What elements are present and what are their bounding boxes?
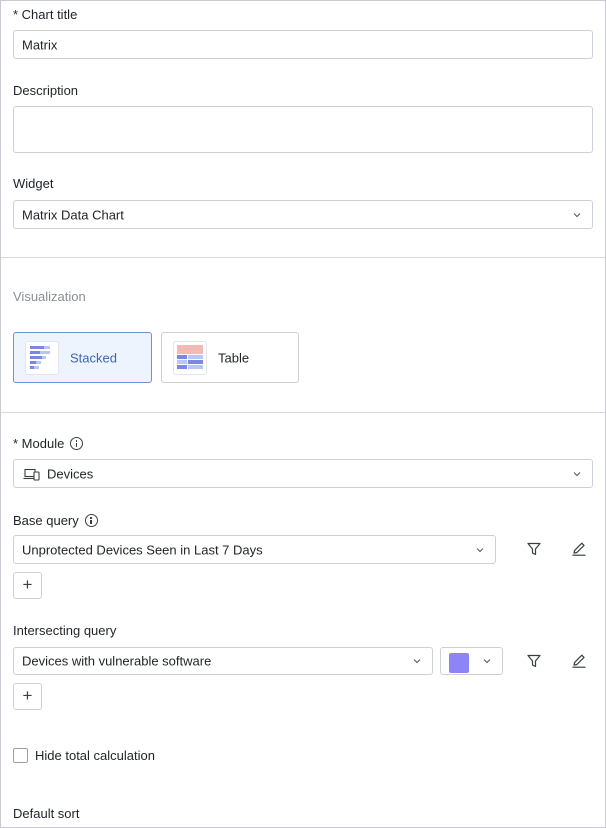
table-icon — [173, 341, 207, 375]
chevron-down-icon — [573, 471, 581, 476]
color-swatch — [449, 653, 469, 673]
base-query-label: Base query — [13, 513, 79, 528]
intersecting-query-select[interactable]: Devices with vulnerable software — [13, 647, 433, 675]
visualization-label: Visualization — [13, 289, 86, 304]
pencil-icon[interactable] — [570, 540, 588, 558]
widget-value: Matrix Data Chart — [22, 207, 124, 222]
hide-total-label: Hide total calculation — [35, 748, 155, 763]
viz-option-stacked-label: Stacked — [70, 350, 117, 365]
stacked-bars-icon — [25, 341, 59, 375]
module-label-row: * Module — [13, 436, 84, 452]
chevron-down-icon — [573, 212, 581, 217]
add-intersecting-query-button[interactable]: + — [13, 683, 42, 710]
widget-select[interactable]: Matrix Data Chart — [13, 200, 593, 229]
chart-title-label: * Chart title — [13, 7, 78, 22]
pencil-icon[interactable] — [570, 652, 588, 670]
section-divider — [1, 257, 605, 258]
chevron-down-icon — [413, 659, 421, 664]
module-value: Devices — [47, 466, 94, 481]
viz-option-table[interactable]: Table — [161, 332, 299, 383]
intersecting-query-value: Devices with vulnerable software — [22, 653, 212, 669]
description-label: Description — [13, 83, 79, 98]
filter-icon[interactable] — [525, 652, 543, 670]
chevron-down-icon — [483, 659, 491, 664]
filter-icon[interactable] — [525, 540, 543, 558]
widget-label: Widget — [13, 176, 54, 191]
viz-option-stacked[interactable]: Stacked — [13, 332, 152, 383]
base-query-label-row: Base query — [13, 513, 98, 529]
hide-total-checkbox[interactable] — [13, 748, 28, 763]
intersecting-query-label: Intersecting query — [13, 623, 117, 638]
default-sort-label: Default sort — [13, 806, 80, 821]
description-textarea[interactable] — [13, 106, 593, 153]
color-picker[interactable] — [440, 647, 503, 675]
base-query-select[interactable]: Unprotected Devices Seen in Last 7 Days — [13, 535, 496, 564]
chart-title-input[interactable]: Matrix — [13, 30, 593, 59]
section-divider — [1, 412, 605, 413]
chart-title-value: Matrix — [22, 37, 58, 52]
info-icon[interactable] — [70, 437, 84, 450]
devices-icon — [23, 468, 40, 481]
info-icon[interactable] — [84, 514, 98, 527]
viz-option-table-label: Table — [218, 350, 250, 365]
module-select[interactable]: Devices — [13, 459, 593, 488]
chevron-down-icon — [476, 547, 484, 552]
chart-config-panel: * Chart title Matrix Description Widget … — [0, 0, 606, 828]
module-label: * Module — [13, 436, 65, 451]
add-base-query-button[interactable]: + — [13, 572, 42, 599]
base-query-value: Unprotected Devices Seen in Last 7 Days — [22, 542, 263, 557]
